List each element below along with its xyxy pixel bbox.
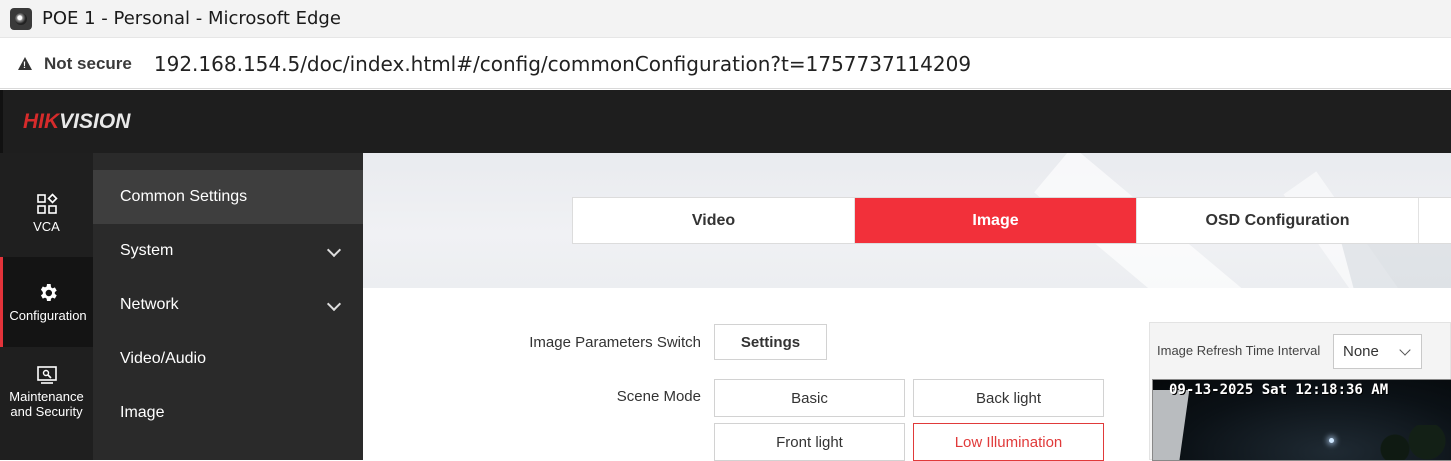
nav-maintenance-label-line2: and Security [10,404,83,419]
menu-item-common-settings[interactable]: Common Settings [93,170,363,224]
refresh-interval-label: Image Refresh Time Interval [1157,343,1321,358]
vca-icon [36,193,58,214]
menu-item-network[interactable]: Network [93,278,363,332]
nav-vca-label: VCA [33,219,60,234]
menu-item-video-audio[interactable]: Video/Audio [93,332,363,386]
scene-mode-low-illumination[interactable]: Low Illumination [913,423,1104,461]
hikvision-logo: HIKVISION [23,110,131,133]
scene-mode-back-light[interactable]: Back light [913,379,1104,417]
nav-configuration-label: Configuration [9,307,87,323]
security-indicator[interactable]: Not secure [44,54,132,74]
menu-item-image[interactable]: Image [93,386,363,440]
tab-osd-configuration[interactable]: OSD Configuration [1137,198,1419,243]
refresh-interval-value: None [1343,343,1379,360]
nav-maintenance-label-line1: Maintenance [9,389,84,404]
address-bar[interactable]: ! Not secure 192.168.154.5/doc/index.htm… [0,39,1451,89]
scene-mode-front-light[interactable]: Front light [714,423,905,461]
camera-preview-image[interactable]: 09-13-2025 Sat 12:18:36 AM [1152,379,1451,461]
scene-mode-basic[interactable]: Basic [714,379,905,417]
window-titlebar: POE 1 - Personal - Microsoft Edge [0,0,1451,38]
maintenance-icon [36,366,57,384]
scene-mode-label: Scene Mode [616,388,701,405]
main-content: Video Image OSD Configuration Image Para… [363,153,1451,461]
settings-button[interactable]: Settings [714,324,827,360]
refresh-interval-select[interactable]: None [1333,334,1422,369]
url-text[interactable]: 192.168.154.5/doc/index.html#/config/com… [154,52,971,76]
camera-app-icon [10,7,32,30]
chevron-down-icon [1399,344,1411,356]
chevron-down-icon [326,242,342,258]
gear-icon [40,283,57,301]
nav-maintenance[interactable]: Maintenance and Security [0,365,93,419]
menu-item-system[interactable]: System [93,224,363,278]
warning-icon[interactable]: ! [18,57,32,70]
image-params-switch-label: Image Parameters Switch [529,334,701,351]
config-tabs: Video Image OSD Configuration [572,197,1451,244]
menu-item-label: Network [120,296,179,313]
app-header: HIKVISION [0,90,1451,153]
nav-configuration[interactable]: Configuration [0,257,93,347]
tab-video[interactable]: Video [573,198,855,243]
chevron-down-icon [326,296,342,312]
primary-nav: VCA Configuration Maintenance and Securi… [0,153,93,460]
menu-item-label: Common Settings [120,188,248,205]
menu-item-label: Image [120,404,165,421]
menu-item-label: Video/Audio [120,350,206,367]
tab-next[interactable] [1419,198,1451,243]
menu-item-label: System [120,242,174,259]
osd-timestamp: 09-13-2025 Sat 12:18:36 AM [1169,382,1389,398]
tab-image[interactable]: Image [855,198,1137,243]
secondary-menu: Common Settings System Network Video/Aud… [93,153,363,460]
nav-vca[interactable]: VCA [0,193,93,234]
live-preview-panel: Image Refresh Time Interval None 09-13-2… [1149,322,1451,461]
window-title: POE 1 - Personal - Microsoft Edge [42,8,341,29]
